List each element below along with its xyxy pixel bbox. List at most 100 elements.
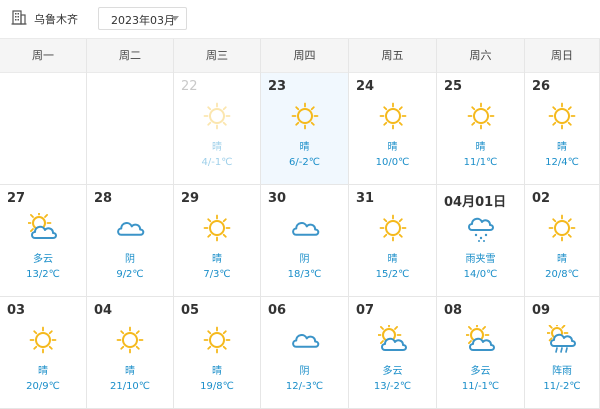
weather-condition: 多云 (33, 254, 53, 265)
cloud-icon (291, 334, 319, 348)
day-number: 09 (532, 303, 551, 318)
temperature-range: 20/8℃ (545, 269, 579, 280)
day-number: 06 (268, 303, 287, 318)
weekday-label: 周二 (87, 39, 174, 73)
weekday-label: 周五 (349, 39, 437, 73)
temperature-range: 10/0℃ (375, 157, 410, 168)
weekday-label: 周六 (437, 39, 525, 73)
sun-icon (203, 326, 231, 354)
sun-icon (203, 102, 231, 130)
weekday-label: 周四 (261, 39, 349, 73)
day-number: 29 (181, 191, 200, 206)
weekday-label: 周三 (174, 39, 261, 73)
day-number: 30 (268, 191, 287, 206)
partly-cloudy-icon (377, 325, 407, 351)
calendar-day-cell[interactable]: 03 晴 20/9℃ (0, 297, 87, 409)
chevron-down-icon (171, 16, 179, 21)
calendar-day-cell[interactable]: 06 阴 12/-3℃ (261, 297, 349, 409)
calendar-day-cell[interactable]: 22 晴 4/-1℃ (174, 73, 261, 185)
calendar-day-cell[interactable]: 24 晴 10/0℃ (349, 73, 437, 185)
temperature-range: 13/2℃ (26, 269, 60, 280)
partly-cloudy-icon (465, 325, 495, 351)
temperature-range: 21/10℃ (109, 381, 151, 392)
weather-condition: 多云 (470, 366, 491, 377)
day-number: 08 (444, 303, 463, 318)
calendar-day-cell[interactable]: 04 晴 21/10℃ (87, 297, 174, 409)
weather-condition: 晴 (212, 366, 222, 377)
weather-condition: 晴 (212, 254, 222, 265)
day-number: 05 (181, 303, 200, 318)
calendar-day-cell[interactable]: 29 晴 7/3℃ (174, 185, 261, 297)
temperature-range: 4/-1℃ (201, 157, 233, 168)
calendar-day-cell[interactable]: 05 晴 19/8℃ (174, 297, 261, 409)
temperature-range: 14/0℃ (463, 269, 498, 280)
weather-condition: 晴 (212, 142, 222, 153)
building-icon (11, 10, 27, 25)
weather-condition: 晴 (387, 254, 398, 265)
temperature-range: 9/2℃ (116, 269, 144, 280)
calendar-day-cell[interactable]: 02 晴 20/8℃ (525, 185, 600, 297)
day-number: 26 (532, 79, 551, 94)
calendar-day-cell[interactable]: 28 阴 9/2℃ (87, 185, 174, 297)
temperature-range: 12/4℃ (545, 157, 579, 168)
temperature-range: 11/-1℃ (461, 381, 500, 392)
weather-condition: 多云 (382, 366, 403, 377)
calendar-day-cell[interactable]: 27 多云 13/2℃ (0, 185, 87, 297)
day-number: 28 (94, 191, 113, 206)
month-select[interactable]: 2023年03月 (98, 7, 187, 30)
calendar-day-cell[interactable]: 26 晴 12/4℃ (525, 73, 600, 185)
day-number: 07 (356, 303, 375, 318)
top-bar: 乌鲁木齐 2023年03月 (0, 0, 600, 38)
cloud-icon (291, 222, 319, 236)
calendar-day-cell[interactable]: 04月01日雨夹雪 14/0℃ (437, 185, 525, 297)
day-number: 04 (94, 303, 113, 318)
calendar-cell-empty (0, 73, 87, 185)
temperature-range: 11/-2℃ (543, 381, 581, 392)
cloud-icon (117, 222, 145, 236)
weather-condition: 雨夹雪 (465, 254, 496, 265)
temperature-range: 6/-2℃ (289, 157, 320, 168)
weekday-label: 周日 (525, 39, 600, 73)
weather-condition: 阵雨 (552, 366, 572, 377)
calendar-day-cell[interactable]: 09 阵雨 11/-2℃ (525, 297, 600, 409)
weather-condition: 晴 (387, 142, 398, 153)
temperature-range: 12/-3℃ (285, 381, 324, 392)
sun-icon (548, 102, 576, 130)
calendar-day-cell[interactable]: 23 晴 6/-2℃ (261, 73, 349, 185)
sun-icon (116, 326, 144, 354)
day-number: 23 (268, 79, 287, 94)
day-number: 03 (7, 303, 26, 318)
calendar-day-cell[interactable]: 25 晴 11/1℃ (437, 73, 525, 185)
month-select-value: 2023年03月 (111, 14, 175, 27)
weather-condition: 晴 (557, 254, 567, 265)
temperature-range: 11/1℃ (463, 157, 498, 168)
day-number: 22 (181, 79, 198, 94)
weekday-header: 周一 周二 周三 周四 周五 周六 周日 (0, 38, 600, 73)
temperature-range: 20/9℃ (26, 381, 60, 392)
weather-condition: 阴 (125, 254, 135, 265)
calendar-day-cell[interactable]: 07 多云 13/-2℃ (349, 297, 437, 409)
calendar-cell-empty (87, 73, 174, 185)
day-number: 02 (532, 191, 551, 206)
day-number: 24 (356, 79, 375, 94)
temperature-range: 19/8℃ (200, 381, 234, 392)
day-number: 25 (444, 79, 463, 94)
calendar-day-cell[interactable]: 08 多云 11/-1℃ (437, 297, 525, 409)
day-number: 31 (356, 191, 375, 206)
weekday-label: 周一 (0, 39, 87, 73)
weather-condition: 晴 (38, 366, 48, 377)
weather-condition: 晴 (557, 142, 567, 153)
temperature-range: 13/-2℃ (373, 381, 412, 392)
calendar-day-cell[interactable]: 31 晴 15/2℃ (349, 185, 437, 297)
sun-icon (548, 214, 576, 242)
sun-icon (379, 214, 406, 242)
city-name[interactable]: 乌鲁木齐 (34, 11, 78, 27)
sun-icon (379, 102, 406, 130)
sun-icon (29, 326, 57, 354)
temperature-range: 18/3℃ (287, 269, 322, 280)
calendar-day-cell[interactable]: 30 阴 18/3℃ (261, 185, 349, 297)
sun-icon (467, 102, 494, 130)
day-number: 04月01日 (444, 195, 507, 210)
calendar-grid: 22 晴 4/-1℃ 23 晴 6/-2℃ 24 晴 10/0℃ 25 晴 11/1℃ 26 晴 12/4℃… (0, 73, 600, 409)
sun-icon (291, 102, 318, 130)
